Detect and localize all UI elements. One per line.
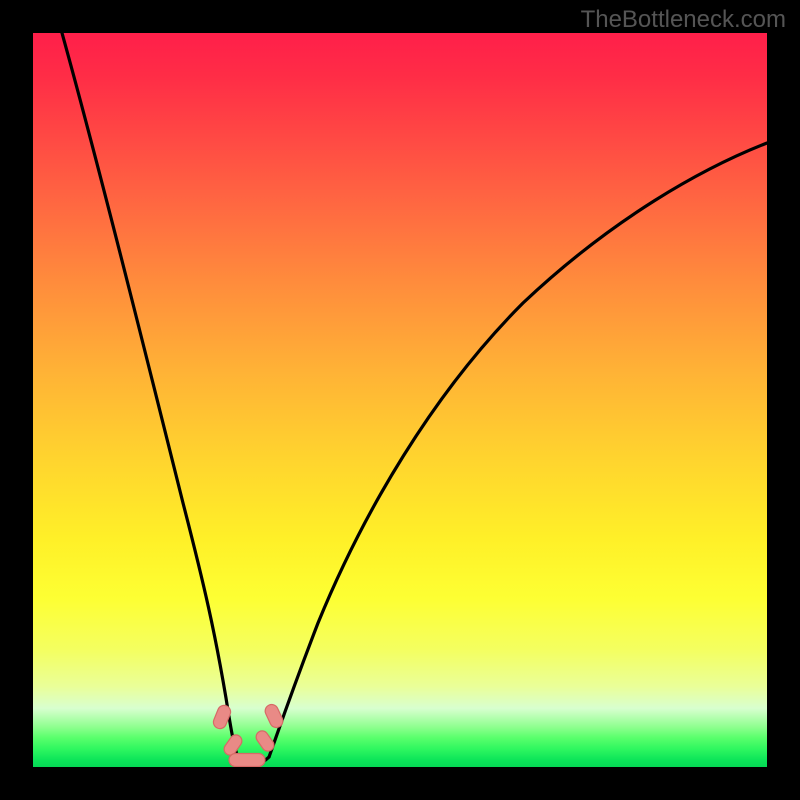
marker-floor bbox=[229, 754, 265, 767]
marker-right-upper bbox=[263, 702, 285, 729]
chart-frame: TheBottleneck.com bbox=[0, 0, 800, 800]
watermark-text: TheBottleneck.com bbox=[581, 6, 786, 34]
right-branch-curve bbox=[269, 143, 767, 757]
plot-area bbox=[33, 33, 767, 767]
marker-group bbox=[211, 702, 284, 766]
curve-group bbox=[62, 33, 767, 764]
left-branch-curve bbox=[62, 33, 238, 758]
chart-svg bbox=[33, 33, 767, 767]
